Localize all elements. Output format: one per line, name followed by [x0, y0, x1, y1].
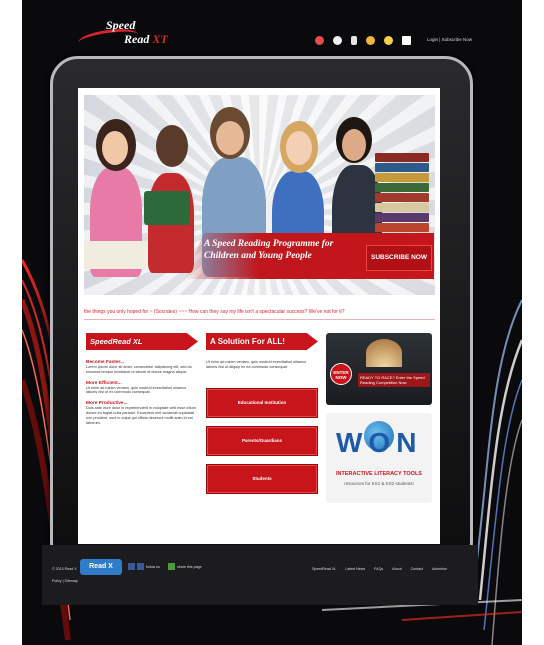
speedread-heading: SpeedRead XL [86, 333, 198, 350]
logo-text-line1: Speed [106, 18, 136, 32]
literacy-tools-card[interactable]: WON INTERACTIVE LITERACY TOOLS resources… [326, 413, 432, 503]
star-icon[interactable] [366, 36, 375, 45]
share-page[interactable]: share this page [168, 563, 202, 570]
literacy-tools-label: INTERACTIVE LITERACY TOOLS [336, 471, 422, 477]
footer-link-contact[interactable]: Contact [411, 567, 423, 571]
footer-link-about[interactable]: About [392, 567, 401, 571]
section-text: Ut enim ad minim veniam, quis nostrud ex… [86, 385, 187, 395]
facebook-icon [128, 563, 135, 570]
footer-link-faqs[interactable]: FAQs [374, 567, 383, 571]
subscribe-now-button[interactable]: SUBSCRIBE NOW [366, 245, 432, 271]
share-label: share this page [177, 564, 202, 569]
footer-link-speedread[interactable]: SpeedRead XL [312, 567, 336, 571]
logo-suffix: XT [152, 32, 168, 46]
open-book-image [366, 339, 402, 367]
speedread-logo[interactable]: Speed Read XT [77, 16, 188, 52]
share-icon [168, 563, 175, 570]
book-icon[interactable] [351, 36, 357, 45]
footer-link-advertise[interactable]: Advertise [432, 567, 447, 571]
section-text: Lorem ipsum dolor sit amet, consectetur … [86, 365, 192, 374]
hero-banner-text: A Speed Reading Programme for Children a… [204, 239, 334, 261]
footer-nav: SpeedRead XL Latest News FAQs About Cont… [312, 567, 447, 571]
competition-card[interactable]: ENTER NOW READY TO RACE? Enter the Speed… [326, 333, 432, 405]
open-notebook [84, 241, 148, 269]
students-button[interactable]: Students [206, 463, 318, 494]
student-face-3 [216, 121, 244, 155]
policy-sitemap-link[interactable]: Policy | Sitemap [52, 579, 78, 583]
footer-link-news[interactable]: Latest News [345, 567, 365, 571]
won-logo: WON [336, 427, 423, 458]
bell-icon[interactable] [384, 36, 393, 45]
login-subscribe-link[interactable]: Login | Subscribe Now [427, 37, 472, 42]
info-icon[interactable] [333, 36, 342, 45]
student-head-2 [156, 125, 188, 167]
open-book [144, 191, 190, 225]
speedread-column: SpeedRead XL Become Faster... Lorem ipsu… [86, 333, 198, 425]
resources-label: resources for KS1 & KS2 students! [344, 481, 414, 486]
linkedin-icon [137, 563, 144, 570]
section-text: Duis aute irure dolor in reprehenderit i… [86, 406, 196, 425]
header-icon-row [315, 36, 411, 45]
enter-now-badge[interactable]: ENTER NOW [330, 363, 352, 385]
logo-text-line2: Read XT [124, 32, 168, 46]
follow-label: follow us [146, 564, 160, 569]
student-face-5 [342, 129, 366, 161]
parents-guardians-button[interactable]: Parents/Guardians [206, 425, 318, 456]
section-faster: Become Faster... Lorem ipsum dolor sit a… [86, 360, 198, 375]
solution-column: A Solution For ALL! Ut enim ad minim ven… [206, 333, 318, 494]
competition-text: READY TO RACE? Enter the Speed Reading C… [358, 373, 430, 387]
tablet-screen: A Speed Reading Programme for Children a… [78, 88, 440, 544]
student-face-1 [102, 131, 128, 165]
home-icon[interactable] [315, 36, 324, 45]
readx-badge[interactable]: Read X [80, 559, 122, 575]
hero-image: A Speed Reading Programme for Children a… [84, 95, 435, 295]
mail-icon[interactable] [402, 36, 411, 45]
solution-heading: A Solution For ALL! [206, 333, 318, 350]
quote-ticker: the things you only hoped for ~ (Socrate… [84, 309, 435, 320]
site-footer: © 2013 Read X Read X follow us share thi… [42, 545, 478, 605]
solution-intro: Ut enim ad minim veniam, quis nostrud ex… [206, 360, 307, 369]
student-face-4 [286, 131, 312, 165]
section-productive: More Productive... Duis aute irure dolor… [86, 401, 198, 425]
facebook-follow[interactable]: follow us [128, 563, 160, 570]
section-efficient: More Efficient... Ut enim ad minim venia… [86, 381, 198, 396]
copyright-text: © 2013 Read X [52, 567, 77, 571]
educational-institution-button[interactable]: Educational Institution [206, 387, 318, 418]
site-header: Speed Read XT Login | Subscribe Now [22, 0, 522, 52]
